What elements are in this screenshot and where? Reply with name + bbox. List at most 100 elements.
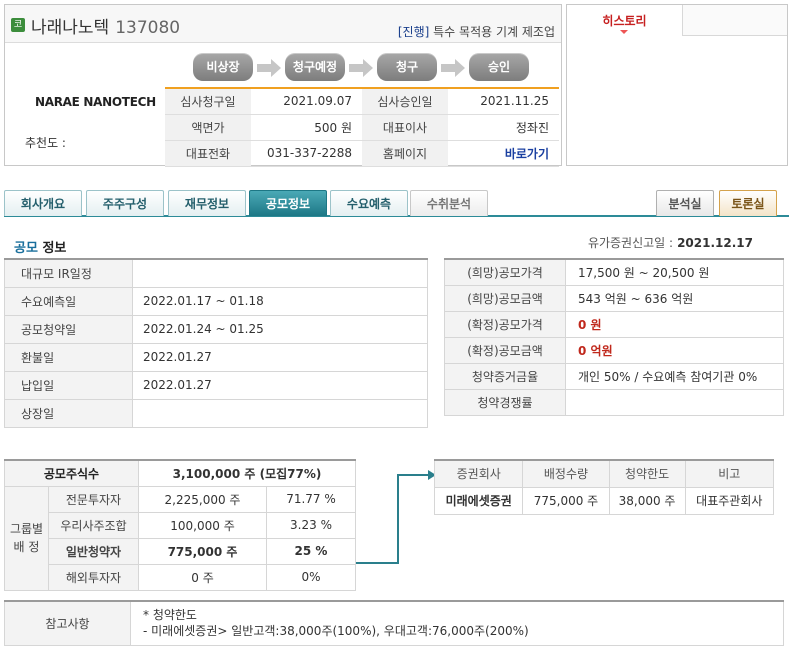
- company-info-table: 심사청구일 2021.09.07 심사승인일 2021.11.25 액면가 50…: [165, 87, 559, 167]
- total-shares-label: 공모주식수: [4, 459, 139, 487]
- status-tag: [진행]: [397, 25, 430, 39]
- homepage-label: 홈페이지: [362, 140, 448, 167]
- table-row: 우리사주조합 100,000 주 3.23 %: [5, 511, 356, 539]
- institutional-pct: 71.77 %: [266, 485, 356, 513]
- table-row: 해외투자자 0 주 0%: [5, 563, 356, 591]
- notes-label: 참고사항: [4, 600, 131, 646]
- payment-label: 납입일: [4, 370, 133, 400]
- ir-schedule-label: 대규모 IR일정: [4, 258, 133, 288]
- section-tabs: 회사개요 주주구성 재무정보 공모정보 수요예측 수취분석 분석실 토론실: [4, 190, 789, 217]
- payment-date: 2022.01.27: [132, 370, 428, 400]
- tab-demand-forecast[interactable]: 수요예측: [330, 190, 408, 216]
- table-row: 상장일: [4, 398, 428, 428]
- notes-line: - 미래에셋증권> 일반고객:38,000주(100%), 우대고객:76,00…: [143, 624, 529, 639]
- desired-price: 17,500 원 ~ 20,500 원: [565, 258, 784, 286]
- company-name: 나래나노텍 137080: [31, 18, 181, 38]
- allocation-table: 공모주식수 3,100,000 주 (모집77%) 그룹별 배 정 전문투자자 2…: [4, 459, 356, 591]
- market-badge-icon: 코: [11, 18, 25, 32]
- desired-price-label: (희망)공모가격: [444, 258, 566, 286]
- table-row: 그룹별 배 정 전문투자자 2,225,000 주 71.77 %: [4, 485, 356, 591]
- company-title-bar: 코 나래나노텍 137080 [진행] 특수 목적용 기계 제조업: [5, 5, 561, 43]
- section-title: 공모 정보: [14, 241, 67, 256]
- table-row: 수요예측일 2022.01.17 ~ 01.18: [4, 286, 428, 316]
- demand-forecast-label: 수요예측일: [4, 286, 133, 316]
- notes-table: 참고사항 * 청약한도 - 미래에셋증권> 일반고객:38,000주(100%)…: [4, 600, 784, 646]
- caret-down-icon: [620, 30, 628, 34]
- total-shares-value: 3,100,000 주 (모집77%): [138, 459, 356, 487]
- step-planned: 청구예정: [285, 53, 345, 81]
- note-header: 비고: [684, 459, 775, 488]
- retail-label: 일반청약자: [48, 537, 139, 565]
- table-row: 참고사항 * 청약한도 - 미래에셋증권> 일반고객:38,000주(100%)…: [4, 600, 784, 646]
- desired-amount: 543 억원 ~ 636 억원: [565, 284, 784, 312]
- ipo-pricing-table: (희망)공모가격 17,500 원 ~ 20,500 원 (희망)공모금액 543 …: [444, 258, 784, 416]
- employee-label: 우리사주조합: [48, 511, 139, 539]
- limit-header: 청약한도: [608, 459, 686, 488]
- confirmed-price-label: (확정)공모가격: [444, 310, 566, 338]
- underwriter-limit: 38,000 주: [608, 486, 686, 515]
- confirmed-price: 0 원: [565, 310, 784, 338]
- review-approval-label: 심사승인일: [362, 88, 448, 115]
- deposit-rate-label: 청약증거금율: [444, 362, 566, 390]
- par-value: 500 원: [251, 114, 362, 141]
- desired-amount-label: (희망)공모금액: [444, 284, 566, 312]
- connector-arrow-icon: [356, 470, 436, 564]
- par-value-label: 액면가: [165, 114, 251, 141]
- status-text: [진행] 특수 목적용 기계 제조업: [397, 25, 555, 39]
- tab-ipo-info[interactable]: 공모정보: [249, 190, 327, 216]
- table-row: 대규모 IR일정: [4, 258, 428, 288]
- company-english-name: NARAE NANOTECH: [35, 95, 156, 109]
- subscription-label: 공모청약일: [4, 314, 133, 344]
- tab-shareholders[interactable]: 주주구성: [86, 190, 164, 216]
- table-row: (확정)공모금액 0 억원: [444, 336, 784, 364]
- table-row: 공모주식수 3,100,000 주 (모집77%): [4, 459, 356, 487]
- step-filed: 청구: [377, 53, 437, 81]
- retail-shares: 775,000 주: [138, 537, 267, 565]
- review-approval-date: 2021.11.25: [448, 88, 559, 115]
- filing-date: 유가증권신고일 :2021.12.17: [587, 236, 753, 250]
- homepage-link[interactable]: 바로가기: [448, 140, 559, 167]
- listing-steps: 비상장 청구예정 청구 승인: [193, 53, 533, 83]
- tab-discussion-room[interactable]: 토론실: [719, 190, 777, 216]
- refund-date: 2022.01.27: [132, 342, 428, 372]
- history-tab[interactable]: 히스토리: [567, 5, 683, 36]
- qty-header: 배정수량: [522, 459, 610, 488]
- subscription-date: 2022.01.24 ~ 01.25: [132, 314, 428, 344]
- underwriter-table: 증권회사 배정수량 청약한도 비고 미래에셋증권 775,000 주 38,00…: [433, 459, 775, 515]
- recommend-label: 추천도 :: [25, 136, 66, 150]
- notes-line: * 청약한도: [143, 608, 197, 623]
- underwriter-qty: 775,000 주: [522, 486, 610, 515]
- table-row: 납입일 2022.01.27: [4, 370, 428, 400]
- underwriter-header: 증권회사: [433, 459, 524, 488]
- table-row: (희망)공모금액 543 억원 ~ 636 억원: [444, 284, 784, 312]
- confirmed-amount: 0 억원: [565, 336, 784, 364]
- tab-company-overview[interactable]: 회사개요: [4, 190, 82, 216]
- retail-pct: 25 %: [266, 537, 356, 565]
- history-body: [567, 36, 787, 165]
- group-allocation-label: 그룹별 배 정: [4, 485, 49, 591]
- tab-analysis-room[interactable]: 분석실: [656, 190, 714, 216]
- demand-forecast-date: 2022.01.17 ~ 01.18: [132, 286, 428, 316]
- foreign-shares: 0 주: [138, 563, 267, 591]
- step-approved: 승인: [469, 53, 529, 81]
- foreign-label: 해외투자자: [48, 563, 139, 591]
- employee-shares: 100,000 주: [138, 511, 267, 539]
- refund-label: 환불일: [4, 342, 133, 372]
- employee-pct: 3.23 %: [266, 511, 356, 539]
- ceo-label: 대표이사: [362, 114, 448, 141]
- table-row: (확정)공모가격 0 원: [444, 310, 784, 338]
- underwriter-name: 미래에셋증권: [433, 486, 524, 515]
- confirmed-amount-label: (확정)공모금액: [444, 336, 566, 364]
- phone-number: 031-337-2288: [251, 140, 362, 167]
- step-unlisted: 비상장: [193, 53, 253, 81]
- listing-label: 상장일: [4, 398, 133, 428]
- notes-content: * 청약한도 - 미래에셋증권> 일반고객:38,000주(100%), 우대고…: [130, 600, 784, 646]
- deposit-rate: 개인 50% / 수요예측 참여기관 0%: [565, 362, 784, 390]
- table-row: 대표전화 031-337-2288 홈페이지 바로가기: [165, 140, 559, 167]
- tab-return-analysis[interactable]: 수취분석: [410, 190, 488, 216]
- institutional-label: 전문투자자: [48, 485, 139, 513]
- review-request-label: 심사청구일: [165, 88, 251, 115]
- history-panel: 히스토리: [566, 4, 788, 166]
- table-row: 미래에셋증권 775,000 주 38,000 주 대표주관회사: [433, 486, 775, 515]
- tab-financials[interactable]: 재무정보: [168, 190, 246, 216]
